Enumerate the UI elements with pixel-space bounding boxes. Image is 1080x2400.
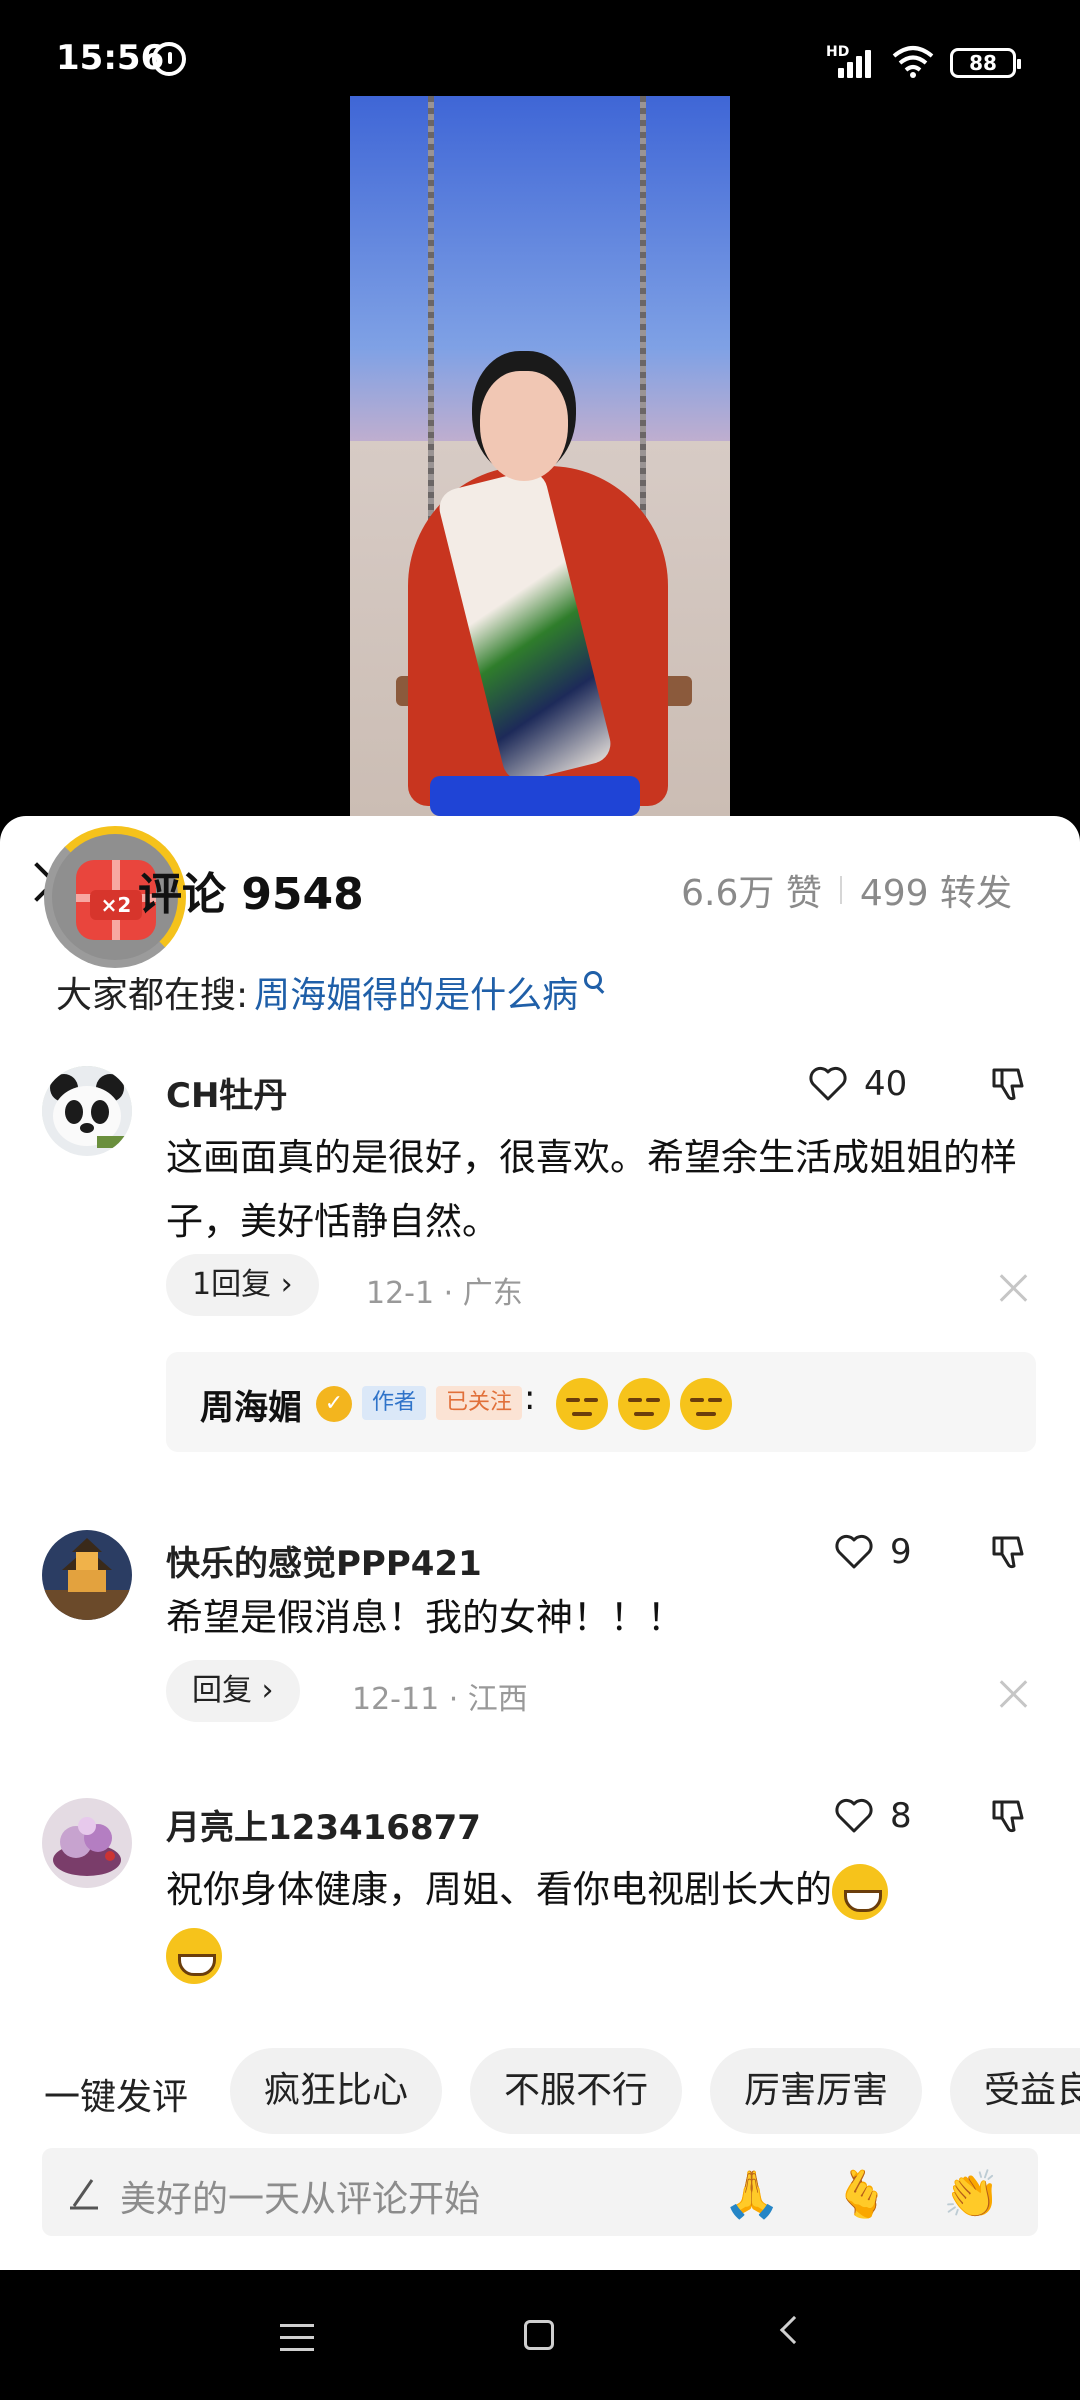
reply-label: 回复 xyxy=(192,1673,252,1708)
comment-text: 祝你身体健康，周姐、看你电视剧长大的 xyxy=(166,1858,1036,1986)
dislike-icon[interactable] xyxy=(988,1796,1028,1836)
avatar[interactable] xyxy=(42,1798,132,1888)
trending-search-prefix: 大家都在搜: xyxy=(56,975,249,1016)
menu-icon[interactable] xyxy=(280,2324,314,2352)
reply-button[interactable]: 1回复 › xyxy=(166,1254,319,1316)
dislike-icon[interactable] xyxy=(988,1532,1028,1572)
repost-count[interactable]: 499 转发 xyxy=(860,864,1012,916)
comment-like[interactable]: 40 xyxy=(808,1064,907,1104)
comment-text: 这画面真的是很好，很喜欢。希望余生活成姐姐的样子，美好恬静自然。 xyxy=(166,1136,1017,1243)
author-reply[interactable]: 周海媚 ✓ 作者 已关注 : xyxy=(166,1352,1036,1452)
smirk-emoji-icon xyxy=(680,1378,732,1430)
comment-input[interactable]: 美好的一天从评论开始 🙏 🫰 👏 xyxy=(42,2148,1038,2236)
like-count[interactable]: 6.6万 赞 xyxy=(681,864,822,916)
alarm-icon xyxy=(152,42,186,76)
comment-input-placeholder: 美好的一天从评论开始 xyxy=(120,2179,481,2220)
back-icon[interactable] xyxy=(779,2315,809,2345)
smirk-emoji-icon xyxy=(618,1378,670,1430)
quick-comment-chip[interactable]: 受益良 xyxy=(950,2048,1080,2134)
pray-emoji-icon[interactable]: 🙏 xyxy=(722,2164,782,2224)
video-figure-head xyxy=(480,371,568,481)
quick-comment-chip[interactable]: 疯狂比心 xyxy=(230,2048,443,2134)
reward-multiplier: ×2 xyxy=(90,890,142,920)
comment-like[interactable]: 9 xyxy=(834,1532,912,1572)
comment-username[interactable]: 快乐的感觉PPP421 xyxy=(166,1536,482,1585)
reply-button[interactable]: 回复 › xyxy=(166,1660,300,1722)
quick-comment-label: 一键发评 xyxy=(44,2077,189,2118)
video-figure-legs xyxy=(430,776,640,816)
avatar[interactable] xyxy=(42,1530,132,1620)
grin-emoji-icon xyxy=(166,1927,222,1984)
status-time: 15:56 xyxy=(56,38,165,78)
heart-icon xyxy=(835,1534,873,1569)
comment-like-count: 9 xyxy=(890,1532,912,1572)
wifi-icon xyxy=(892,46,934,78)
author-name: 周海媚 xyxy=(200,1388,302,1428)
verified-icon: ✓ xyxy=(316,1386,352,1422)
quick-comment-chip[interactable]: 不服不行 xyxy=(470,2048,683,2134)
quick-comment-chip[interactable]: 厉害厉害 xyxy=(710,2048,923,2134)
trending-search[interactable]: 大家都在搜: 周海媚得的是什么病 xyxy=(56,966,603,1018)
comment-count-title: 评论 9548 xyxy=(138,869,364,920)
clap-emoji-icon[interactable]: 👏 xyxy=(942,2164,1002,2224)
system-nav-bar xyxy=(0,2270,1080,2400)
comment-meta: 12-1 · 广东 xyxy=(366,1276,523,1311)
status-bar: 15:56 HD 88 xyxy=(0,0,1080,90)
avatar[interactable] xyxy=(42,1066,132,1156)
battery-icon: 88 xyxy=(950,48,1021,78)
panda-avatar-icon xyxy=(42,1066,132,1156)
grin-emoji-icon xyxy=(832,1863,888,1920)
dislike-icon[interactable] xyxy=(988,1064,1028,1104)
comment-text-body: 祝你身体健康，周姐、看你电视剧长大的 xyxy=(166,1868,832,1911)
comment-like[interactable]: 8 xyxy=(834,1796,912,1836)
comment-like-count: 8 xyxy=(890,1796,912,1836)
heart-icon xyxy=(835,1798,873,1833)
trending-search-term[interactable]: 周海媚得的是什么病 xyxy=(254,966,578,1018)
dessert-avatar-icon xyxy=(42,1798,132,1888)
search-icon xyxy=(584,971,603,989)
comment-meta: 12-11 · 江西 xyxy=(352,1682,528,1717)
signal-icon xyxy=(838,48,878,78)
video-preview[interactable] xyxy=(350,96,730,816)
heart-icon xyxy=(809,1066,847,1101)
reply-label: 1回复 xyxy=(192,1267,272,1302)
followed-tag: 已关注 xyxy=(436,1386,523,1420)
reply-colon: : xyxy=(524,1378,536,1418)
close-icon[interactable] xyxy=(1000,1680,1028,1708)
smirk-emoji-icon xyxy=(556,1378,608,1430)
pen-icon xyxy=(70,2179,98,2210)
author-tag: 作者 xyxy=(362,1386,427,1420)
close-icon[interactable] xyxy=(1000,1274,1028,1302)
finger-heart-emoji-icon[interactable]: 🫰 xyxy=(832,2164,892,2224)
tower-avatar-icon xyxy=(42,1530,132,1620)
comment-username[interactable]: 月亮上123416877 xyxy=(166,1800,481,1849)
comment-username[interactable]: CH牡丹 xyxy=(166,1068,287,1117)
home-icon[interactable] xyxy=(524,2320,554,2350)
divider xyxy=(839,876,842,904)
post-stats: 6.6万 赞 499 转发 xyxy=(681,864,1012,916)
comment-like-count: 40 xyxy=(864,1064,908,1104)
quick-comment-bar: 一键发评 疯狂比心 不服不行 厉害厉害 受益良 xyxy=(0,2048,1080,2134)
comment-text: 希望是假消息！我的女神！！！ xyxy=(166,1596,684,1639)
